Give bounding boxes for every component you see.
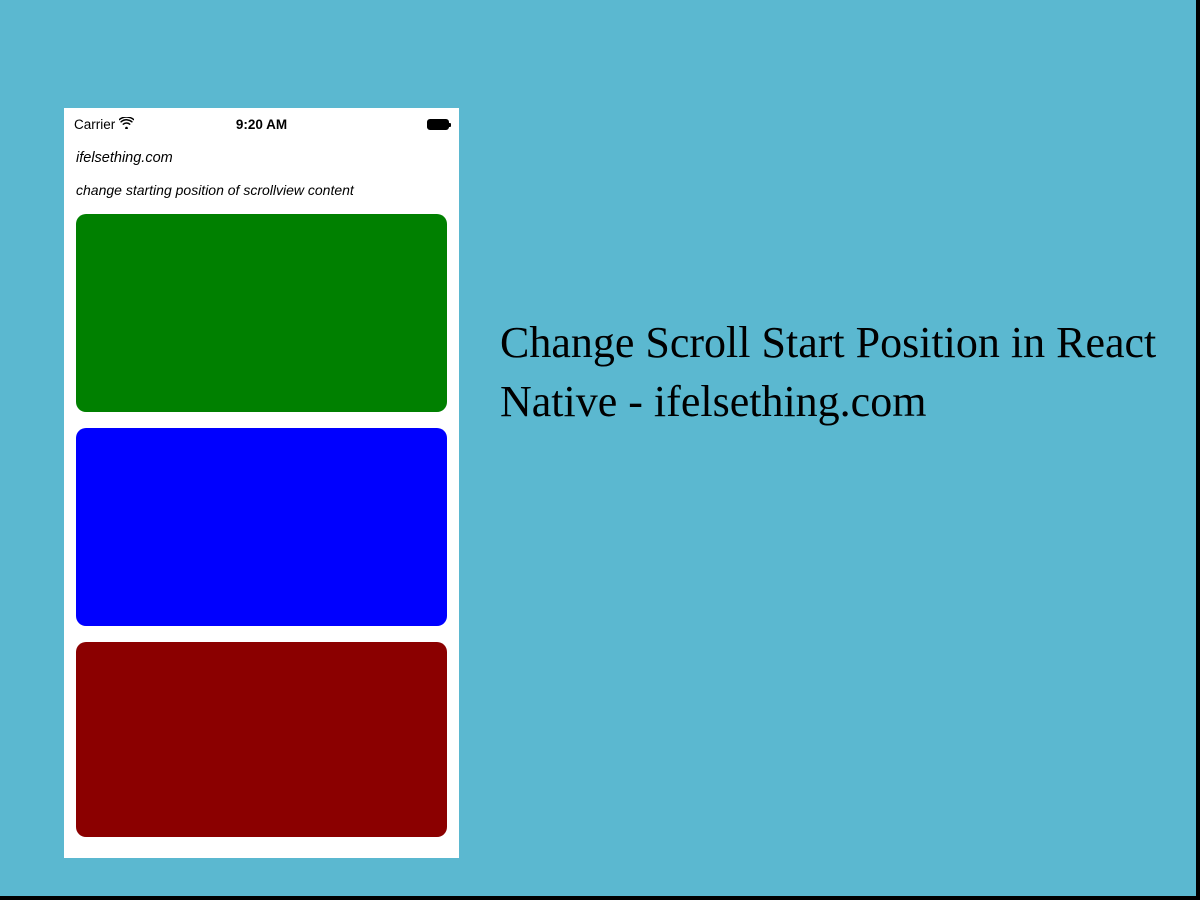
site-label: ifelsething.com [76,150,447,166]
scrollview[interactable] [76,214,447,858]
battery-icon [427,119,449,130]
status-time: 9:20 AM [236,117,287,132]
headline-text: Change Scroll Start Position in React Na… [500,313,1180,432]
canvas: Carrier 9:20 AM ifelsething.com change s… [0,0,1196,896]
subtitle-label: change starting position of scrollview c… [76,182,447,198]
status-bar: Carrier 9:20 AM [64,112,459,136]
carrier-label: Carrier [74,117,115,132]
app-content: ifelsething.com change starting position… [64,136,459,858]
status-left: Carrier [74,117,134,132]
wifi-icon [119,117,134,132]
scroll-block-blue [76,428,447,626]
status-right [427,119,449,130]
phone-simulator-frame: Carrier 9:20 AM ifelsething.com change s… [64,108,459,858]
scroll-block-green [76,214,447,412]
scroll-block-darkred [76,642,447,837]
